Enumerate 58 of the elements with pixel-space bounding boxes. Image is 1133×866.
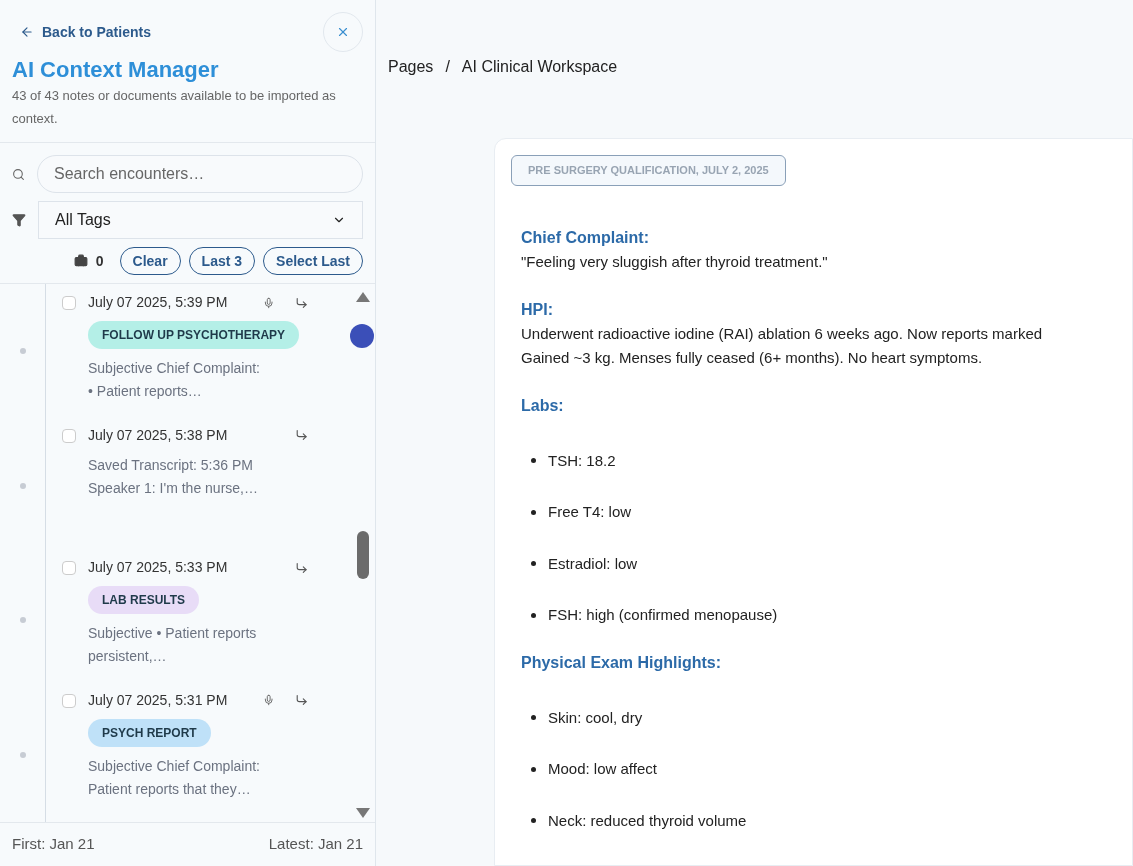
- entry-timestamp: July 07 2025, 5:33 PM: [88, 558, 229, 577]
- entry-timestamp: July 07 2025, 5:31 PM: [88, 690, 229, 710]
- import-arrow-icon[interactable]: [294, 560, 308, 575]
- breadcrumb-separator: /: [445, 57, 450, 77]
- first-date: First: Jan 21: [12, 834, 95, 855]
- list-item: FSH: high (confirmed menopause): [548, 605, 778, 625]
- breadcrumb-link[interactable]: AI Clinical Workspace: [461, 55, 618, 79]
- entry-checkbox[interactable]: [62, 296, 76, 310]
- import-arrow-icon[interactable]: [294, 295, 308, 310]
- list-item: Skin: cool, dry: [548, 707, 643, 728]
- entry-preview: Subjective Chief Complaint: Patient reports that they…: [88, 756, 261, 799]
- list-item: Free T4: low: [548, 502, 632, 522]
- bullet-icon: [531, 458, 536, 464]
- entry-timestamp: July 07 2025, 5:39 PM: [88, 293, 229, 312]
- bullet-icon: [531, 818, 536, 824]
- bullet-icon: [531, 715, 536, 721]
- list-item: TSH: 18.2: [548, 450, 616, 471]
- search-field[interactable]: Search encounters…: [37, 155, 363, 193]
- import-arrow-icon[interactable]: [294, 693, 308, 707]
- section-heading: HPI:: [521, 299, 554, 320]
- list-item: Mood: low affect: [548, 759, 657, 779]
- list-item: Estradiol: low: [548, 553, 638, 574]
- section-text: "Feeling very sluggish after thyroid treatment.": [521, 251, 829, 272]
- back-link[interactable]: Back to Patients: [12, 21, 151, 43]
- filter-icon: [12, 213, 26, 227]
- tag-dropdown[interactable]: All Tags: [38, 201, 363, 239]
- entry-checkbox[interactable]: [62, 693, 76, 708]
- bullet-icon: [531, 612, 536, 618]
- section-heading: Physical Exam Highlights:: [521, 652, 723, 673]
- briefcase-icon: [73, 254, 88, 268]
- section-heading: Chief Complaint:: [521, 227, 650, 248]
- entry-tag: LAB RESULTS: [88, 586, 200, 614]
- entry-checkbox[interactable]: [62, 428, 76, 443]
- panel-subtitle: 43 of 43 notes or documents available to be imported as context.: [12, 87, 337, 128]
- entry-checkbox[interactable]: [62, 561, 76, 575]
- panel-title: AI Context Manager: [12, 56, 220, 84]
- close-icon: [336, 25, 350, 39]
- latest-date: Latest: Jan 21: [268, 834, 363, 855]
- bullet-icon: [531, 766, 536, 772]
- section-heading: Labs:: [521, 395, 565, 416]
- bullet-icon: [531, 561, 536, 567]
- bullet-icon: [531, 509, 536, 515]
- entry-preview: Subjective • Patient reports persistent,…: [88, 624, 258, 666]
- search-icon: [12, 167, 25, 181]
- entry-tag: PSYCH REPORT: [88, 718, 211, 747]
- import-arrow-icon[interactable]: [294, 428, 308, 442]
- breadcrumb-link[interactable]: Pages: [388, 55, 434, 79]
- scroll-thumb[interactable]: [357, 531, 369, 579]
- entry-tag: FOLLOW UP PSYCHOTHERAPY: [88, 321, 300, 349]
- section-text: Underwent radioactive iodine (RAI) ablation 6 weeks ago. Now reports marked Gained ~3 kg. Menses fully ceased (6+ months). No heart symptoms.: [521, 323, 1044, 368]
- scroll-down-icon[interactable]: [356, 808, 370, 818]
- list-item: Neck: reduced thyroid volume: [548, 810, 747, 831]
- entry-timestamp: July 07 2025, 5:38 PM: [88, 425, 229, 445]
- entry-preview: Saved Transcript: 5:36 PM Speaker 1: I'm the nurse,…: [88, 455, 259, 498]
- selection-count: 0: [95, 251, 104, 271]
- note-badge: PRE SURGERY QUALIFICATION, JULY 2, 2025: [511, 155, 786, 186]
- entry-preview: Subjective Chief Complaint: • Patient reports…: [88, 359, 261, 401]
- scroll-up-icon[interactable]: [356, 292, 370, 302]
